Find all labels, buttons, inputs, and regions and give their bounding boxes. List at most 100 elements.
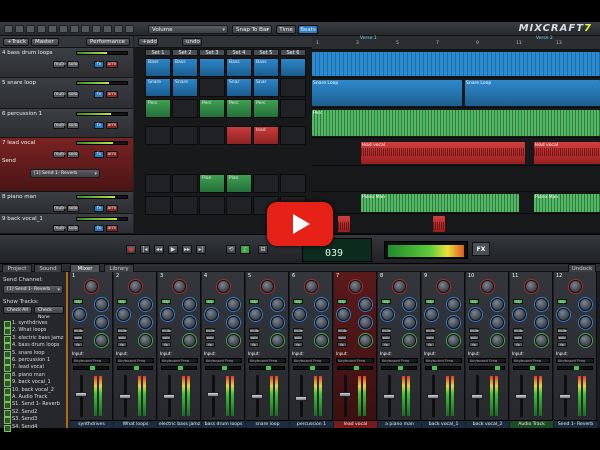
- eq-high-knob[interactable]: [447, 316, 460, 329]
- volume-fader-cap[interactable]: [559, 394, 571, 399]
- add-set-button[interactable]: +add: [138, 38, 158, 46]
- solo-button[interactable]: solo: [205, 335, 215, 340]
- pan-handle[interactable]: [495, 366, 500, 370]
- mute-button[interactable]: mute: [469, 328, 479, 333]
- clip-slot[interactable]: [226, 196, 252, 215]
- eq-mid-knob[interactable]: [315, 298, 328, 311]
- eq-high-knob[interactable]: [95, 316, 108, 329]
- input-dropdown[interactable]: Keyboard Freq: [248, 358, 286, 363]
- arrange-clip[interactable]: Piano Man: [361, 194, 519, 212]
- input-dropdown[interactable]: Keyboard Freq: [380, 358, 418, 363]
- eq-high-knob[interactable]: [183, 316, 196, 329]
- gain-knob[interactable]: [217, 280, 230, 293]
- eq-mid-knob[interactable]: [359, 298, 372, 311]
- arm-button[interactable]: arm: [106, 91, 118, 98]
- clip-slot[interactable]: [145, 196, 171, 215]
- performance-button[interactable]: Performance: [86, 38, 130, 46]
- eq-high-knob[interactable]: [139, 316, 152, 329]
- fast-forward-button[interactable]: ▸▸: [182, 245, 192, 254]
- volume-fader-cap[interactable]: [163, 394, 175, 399]
- set-header[interactable]: Set 3: [199, 49, 225, 56]
- gain-knob[interactable]: [569, 280, 582, 293]
- clip-slot[interactable]: [172, 174, 198, 193]
- track-row[interactable]: 8 piano man mute solo fx arm: [0, 192, 133, 214]
- solo-button[interactable]: solo: [67, 61, 79, 68]
- eq-mid-knob[interactable]: [491, 298, 504, 311]
- time-button[interactable]: Time: [276, 25, 296, 34]
- arrange-lane[interactable]: [312, 214, 600, 234]
- pan-handle[interactable]: [574, 366, 579, 370]
- marker-verse-1[interactable]: Verse 1: [360, 36, 377, 41]
- show-track-checkbox[interactable]: 2. What loops: [3, 327, 65, 336]
- clip-cell[interactable]: [226, 126, 252, 145]
- send-knob[interactable]: [491, 334, 504, 347]
- timeline-ruler[interactable]: 1 3 5 7 9 11 13 Verse 1 Verse 2: [312, 36, 600, 50]
- eq-mid-knob[interactable]: [95, 298, 108, 311]
- gain-knob[interactable]: [349, 280, 362, 293]
- gain-knob[interactable]: [85, 280, 98, 293]
- pan-slider[interactable]: [513, 366, 549, 370]
- arm-button[interactable]: arm: [106, 225, 118, 232]
- clip-slot[interactable]: [199, 126, 225, 145]
- arm-button[interactable]: arm: [106, 61, 118, 68]
- track-name[interactable]: 4 bass drum loops: [2, 50, 53, 56]
- eq-button[interactable]: EQ: [205, 299, 215, 304]
- clip-cell[interactable]: Bass: [172, 58, 198, 77]
- clip-cell[interactable]: Pian: [226, 174, 252, 193]
- volume-fader-cap[interactable]: [383, 394, 395, 399]
- add-track-button[interactable]: +Track: [3, 38, 29, 46]
- input-dropdown[interactable]: Keyboard Freq: [556, 358, 594, 363]
- mute-button[interactable]: mute: [205, 328, 215, 333]
- mute-button[interactable]: mute: [53, 225, 66, 232]
- show-track-checkbox[interactable]: A. Audio Track: [3, 394, 65, 402]
- mute-button[interactable]: mute: [425, 328, 435, 333]
- check-all-button[interactable]: Check All: [3, 306, 32, 314]
- send-knob[interactable]: [579, 334, 592, 347]
- fx-button[interactable]: fx: [117, 342, 127, 347]
- track-name[interactable]: 6 percussion 1: [2, 111, 42, 117]
- solo-button[interactable]: solo: [67, 91, 79, 98]
- track-row[interactable]: 4 bass drum loops mute solo fx arm: [0, 48, 133, 78]
- input-dropdown[interactable]: Keyboard Freq: [204, 358, 242, 363]
- marker-verse-2[interactable]: Verse 2: [536, 36, 553, 41]
- eq-mid-knob[interactable]: [447, 298, 460, 311]
- clip-cell[interactable]: Bass: [253, 58, 279, 77]
- solo-button[interactable]: solo: [425, 335, 435, 340]
- show-track-checkbox[interactable]: S3. Send3: [3, 416, 65, 425]
- clip-cell[interactable]: [280, 58, 306, 77]
- rewind-button[interactable]: ◂◂: [154, 245, 164, 254]
- fx-button[interactable]: fx: [94, 91, 104, 98]
- clip-cell[interactable]: Snar: [226, 78, 252, 97]
- eq-high-knob[interactable]: [227, 316, 240, 329]
- solo-button[interactable]: solo: [381, 335, 391, 340]
- track-row[interactable]: 5 snare loop mute solo fx arm: [0, 78, 133, 109]
- pan-handle[interactable]: [530, 366, 535, 370]
- gain-knob[interactable]: [393, 280, 406, 293]
- eq-low-knob[interactable]: [513, 308, 526, 321]
- eq-button[interactable]: EQ: [469, 299, 479, 304]
- pan-handle[interactable]: [178, 366, 183, 370]
- pan-slider[interactable]: [117, 366, 153, 370]
- fx-button[interactable]: fx: [249, 342, 259, 347]
- clip-cell[interactable]: Perc: [226, 99, 252, 118]
- arrange-clip[interactable]: Snare Loop: [312, 80, 462, 106]
- volume-fader-cap[interactable]: [339, 392, 351, 397]
- gain-knob[interactable]: [129, 280, 142, 293]
- volume-fader-cap[interactable]: [119, 394, 131, 399]
- clip-cell[interactable]: [199, 58, 225, 77]
- undo-set-button[interactable]: undo: [182, 38, 202, 46]
- eq-mid-knob[interactable]: [183, 298, 196, 311]
- clip-slot[interactable]: [172, 99, 198, 118]
- clip-slot[interactable]: [253, 174, 279, 193]
- show-track-checkbox[interactable]: 8. piano man: [3, 372, 65, 380]
- mute-button[interactable]: mute: [293, 328, 303, 333]
- master-fx-button[interactable]: FX: [472, 242, 490, 256]
- pan-handle[interactable]: [222, 366, 227, 370]
- input-dropdown[interactable]: Keyboard Freq: [116, 358, 154, 363]
- mute-button[interactable]: mute: [513, 328, 523, 333]
- print-icon[interactable]: [37, 25, 46, 33]
- eq-button[interactable]: EQ: [381, 299, 391, 304]
- eq-low-knob[interactable]: [337, 308, 350, 321]
- input-dropdown[interactable]: Keyboard Freq: [292, 358, 330, 363]
- fx-button[interactable]: fx: [94, 151, 104, 158]
